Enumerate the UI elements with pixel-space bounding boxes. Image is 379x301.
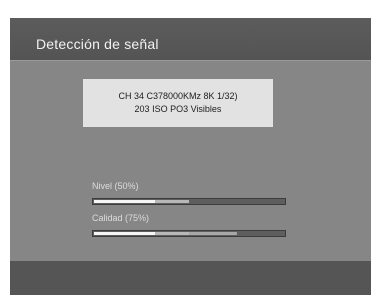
- header-divider: [10, 60, 371, 61]
- signal-info-box: CH 34 C378000KMz 8K 1/32) 203 ISO PO3 Vi…: [83, 79, 273, 127]
- dialog-title: Detección de señal: [36, 36, 159, 52]
- level-meter: [92, 198, 286, 205]
- signal-detection-screen: Detección de señal CH 34 C378000KMz 8K 1…: [10, 18, 371, 295]
- dialog-footer: [10, 261, 371, 295]
- dialog-header: Detección de señal: [10, 18, 371, 60]
- service-info-text: 203 ISO PO3 Visibles: [134, 104, 222, 114]
- quality-meter: [92, 230, 286, 237]
- quality-meter-fill: [94, 232, 237, 235]
- channel-info-text: CH 34 C378000KMz 8K 1/32): [118, 91, 238, 101]
- level-meter-fill: [94, 200, 189, 203]
- level-label: Nivel (50%): [92, 181, 139, 191]
- quality-label: Calidad (75%): [92, 213, 150, 223]
